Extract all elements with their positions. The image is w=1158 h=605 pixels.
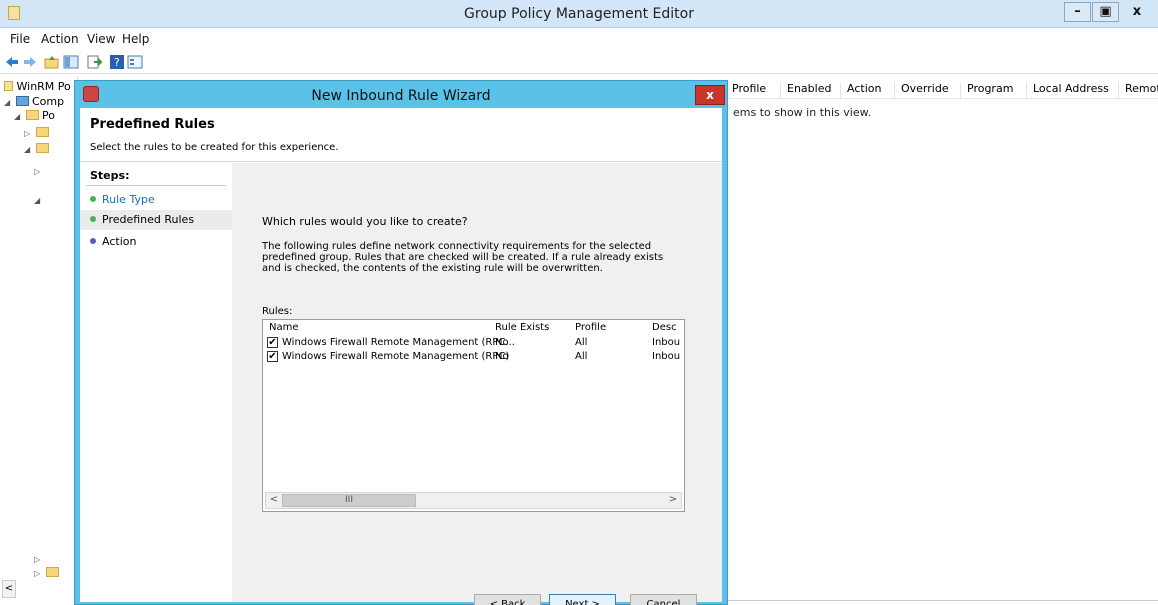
- step-complete-icon: [90, 196, 96, 202]
- collapse-arrow-icon[interactable]: ◢: [4, 98, 12, 107]
- question-text: Which rules would you like to create?: [262, 215, 468, 228]
- horizontal-scrollbar[interactable]: < III >: [265, 492, 682, 509]
- rule-row[interactable]: ✔ Windows Firewall Remote Management (RP…: [263, 350, 684, 364]
- dialog-close-button[interactable]: x: [695, 85, 725, 105]
- tree-node[interactable]: ▷: [24, 126, 49, 139]
- step-predefined-rules[interactable]: Predefined Rules: [80, 210, 232, 230]
- scroll-left-icon[interactable]: <: [267, 494, 281, 507]
- console-tree: WinRM Po ◢ Comp ◢ Po ▷ ◢ ▷ ◢ ▷ ▷: [0, 76, 78, 605]
- collapse-arrow-icon[interactable]: ◢: [24, 145, 32, 154]
- steps-panel: Steps: Rule Type Predefined Rules Action: [80, 163, 232, 602]
- expand-arrow-icon[interactable]: ▷: [34, 167, 42, 176]
- tree-node[interactable]: ▷: [34, 566, 59, 579]
- empty-list-message: ems to show in this view.: [733, 106, 872, 119]
- folder-icon: [45, 567, 59, 577]
- dialog-titlebar: New Inbound Rule Wizard x: [75, 81, 727, 109]
- expand-arrow-icon[interactable]: ▷: [34, 569, 42, 578]
- col-override[interactable]: Override: [894, 82, 949, 99]
- col-action[interactable]: Action: [840, 82, 881, 99]
- step-current-icon: [90, 216, 96, 222]
- col-desc[interactable]: Desc: [652, 322, 677, 333]
- toolbar: ?: [0, 50, 1158, 74]
- rule-checkbox[interactable]: ✔: [267, 351, 278, 362]
- rules-list-header: Profile Enabled Action Override Program …: [726, 79, 1158, 99]
- wizard-header: Predefined Rules Select the rules to be …: [80, 108, 722, 162]
- cancel-button[interactable]: Cancel: [630, 594, 697, 605]
- tree-policies[interactable]: ◢ Po: [14, 109, 55, 122]
- tree-scroll-left-button[interactable]: <: [2, 580, 16, 598]
- wizard-content: Which rules would you like to create? Th…: [232, 163, 722, 605]
- step-rule-type[interactable]: Rule Type: [80, 190, 232, 210]
- svg-text:?: ?: [114, 56, 120, 69]
- description-text: The following rules define network conne…: [262, 241, 664, 274]
- expand-arrow-icon[interactable]: ▷: [34, 555, 42, 564]
- steps-title: Steps:: [90, 169, 130, 182]
- step-pending-icon: [90, 238, 96, 244]
- folder-icon: [35, 127, 49, 137]
- window-title: Group Policy Management Editor: [464, 6, 694, 22]
- show-hide-tree-icon[interactable]: [63, 54, 79, 70]
- window-close-button[interactable]: x: [1120, 2, 1154, 22]
- menu-file[interactable]: File: [10, 32, 30, 46]
- col-local-address[interactable]: Local Address: [1026, 82, 1109, 99]
- up-folder-icon[interactable]: [44, 54, 60, 70]
- window-titlebar: Group Policy Management Editor – ▣ x: [0, 0, 1158, 28]
- tree-node[interactable]: ◢: [24, 142, 49, 155]
- col-program[interactable]: Program: [960, 82, 1013, 99]
- tree-root[interactable]: WinRM Po: [4, 80, 71, 93]
- divider: [86, 185, 226, 186]
- col-profile[interactable]: Profile: [726, 82, 766, 99]
- col-enabled[interactable]: Enabled: [780, 82, 831, 99]
- rules-column-header: Name Rule Exists Profile Desc: [263, 320, 684, 336]
- collapse-arrow-icon[interactable]: ◢: [14, 112, 22, 121]
- page-title: Predefined Rules: [90, 117, 215, 132]
- forward-arrow-icon[interactable]: [22, 54, 38, 70]
- rules-label: Rules:: [262, 306, 293, 317]
- tree-node[interactable]: ▷: [34, 552, 42, 565]
- properties-icon[interactable]: [127, 54, 143, 70]
- rules-listview[interactable]: Name Rule Exists Profile Desc ✔ Windows …: [262, 319, 685, 512]
- folder-icon: [35, 143, 49, 153]
- rule-checkbox[interactable]: ✔: [267, 337, 278, 348]
- computer-icon: [15, 96, 29, 106]
- tree-computer-config[interactable]: ◢ Comp: [4, 95, 64, 108]
- dialog-body: Predefined Rules Select the rules to be …: [80, 108, 722, 605]
- page-subtitle: Select the rules to be created for this …: [90, 142, 339, 153]
- tree-node[interactable]: ◢: [34, 193, 42, 206]
- divider: [726, 600, 1158, 601]
- collapse-arrow-icon[interactable]: ◢: [34, 196, 42, 205]
- back-arrow-icon[interactable]: [4, 54, 20, 70]
- menu-action[interactable]: Action: [41, 32, 79, 46]
- col-rule-exists[interactable]: Rule Exists: [495, 322, 549, 333]
- col-remote[interactable]: Remot: [1118, 82, 1158, 99]
- new-inbound-rule-wizard: New Inbound Rule Wizard x Predefined Rul…: [74, 80, 728, 605]
- rule-row[interactable]: ✔ Windows Firewall Remote Management (RP…: [263, 336, 684, 350]
- folder-icon: [25, 110, 39, 120]
- dialog-title: New Inbound Rule Wizard: [311, 88, 491, 104]
- minimize-button[interactable]: –: [1064, 2, 1091, 22]
- col-profile[interactable]: Profile: [575, 322, 606, 333]
- menu-view[interactable]: View: [87, 32, 115, 46]
- maximize-button[interactable]: ▣: [1092, 2, 1119, 22]
- export-list-icon[interactable]: [86, 54, 102, 70]
- menu-bar: File Action View Help: [0, 30, 1158, 48]
- scroll-right-icon[interactable]: >: [666, 494, 680, 507]
- step-action[interactable]: Action: [80, 232, 232, 252]
- expand-arrow-icon[interactable]: ▷: [24, 129, 32, 138]
- next-button[interactable]: Next >: [549, 594, 616, 605]
- tree-node[interactable]: ▷: [34, 164, 42, 177]
- col-name[interactable]: Name: [269, 322, 299, 333]
- menu-help[interactable]: Help: [122, 32, 149, 46]
- scroll-thumb[interactable]: III: [282, 494, 416, 507]
- gpo-icon: [4, 81, 13, 91]
- help-icon[interactable]: ?: [109, 54, 125, 70]
- back-button[interactable]: < Back: [474, 594, 541, 605]
